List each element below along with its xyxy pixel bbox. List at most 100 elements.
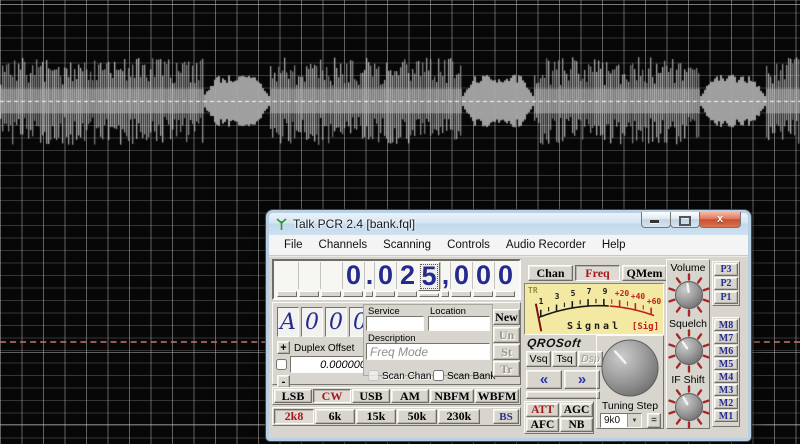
agc-button[interactable]: AGC [560, 403, 593, 417]
freq-digit-7[interactable]: 5 [418, 261, 440, 297]
scan-bank-checkbox[interactable] [433, 370, 444, 381]
freq-digit-cell[interactable]: , [440, 260, 450, 290]
freq-digit-11[interactable]: 0 [494, 260, 516, 297]
filter-15k[interactable]: 15k [356, 409, 396, 424]
freq-digit-9[interactable]: 0 [450, 260, 472, 297]
minimize-button[interactable] [641, 212, 671, 228]
freq-digit-0[interactable] [276, 262, 298, 297]
freq-digit-3[interactable]: 0 [342, 260, 364, 297]
st-button[interactable]: St [493, 344, 520, 360]
att-button[interactable]: ATT [526, 403, 559, 417]
freq-digit-cell[interactable]: 0 [494, 260, 516, 290]
tr-button[interactable]: Tr [493, 361, 520, 377]
freq-digit-6[interactable]: 2 [396, 260, 418, 297]
scan-chan-checkbox[interactable] [368, 370, 379, 381]
freq-digit-8[interactable]: , [440, 260, 450, 297]
freq-digit-strip[interactable] [321, 291, 341, 297]
nb-button[interactable]: NB [560, 418, 593, 432]
freq-digit-strip[interactable] [365, 291, 373, 297]
m4-button[interactable]: M4 [714, 371, 738, 383]
m1-button[interactable]: M1 [714, 410, 738, 422]
tuning-step-select[interactable]: 9k0 ▼ [600, 413, 642, 428]
duplex-plus-button[interactable]: + [277, 341, 290, 354]
filter-230k[interactable]: 230k [438, 409, 480, 424]
description-field[interactable] [366, 343, 490, 360]
mem-cell-100[interactable]: 0 [301, 307, 323, 337]
p1-button[interactable]: P1 [714, 291, 738, 304]
p3-button[interactable]: P3 [714, 263, 738, 276]
freq-digit-5[interactable]: 0 [374, 260, 396, 297]
freq-digit-cell[interactable] [276, 262, 298, 289]
duplex-offset-field[interactable] [290, 356, 370, 373]
menu-controls[interactable]: Controls [439, 237, 498, 253]
filter-50k[interactable]: 50k [397, 409, 437, 424]
filter-6k[interactable]: 6k [315, 409, 355, 424]
m2-button[interactable]: M2 [714, 397, 738, 409]
tab-freq[interactable]: Freq [575, 265, 620, 281]
menu-scanning[interactable]: Scanning [375, 237, 439, 253]
m5-button[interactable]: M5 [714, 358, 738, 370]
mode-wbfm[interactable]: WBFM [475, 389, 519, 403]
mode-nbfm[interactable]: NBFM [430, 389, 474, 403]
step-up-button[interactable]: » [564, 370, 600, 389]
menu-channels[interactable]: Channels [311, 237, 376, 253]
freq-digit-4[interactable]: . [364, 260, 374, 297]
tab-chan[interactable]: Chan [528, 265, 573, 281]
freq-digit-strip[interactable] [451, 291, 471, 297]
freq-digit-cell[interactable] [320, 262, 342, 289]
freq-digit-2[interactable] [320, 262, 342, 297]
m3-button[interactable]: M3 [714, 384, 738, 396]
step-down-button[interactable]: « [526, 370, 562, 389]
freq-digit-strip[interactable] [419, 293, 439, 297]
mem-cell-10[interactable]: 0 [325, 307, 347, 337]
freq-digit-strip[interactable] [375, 291, 395, 297]
freq-digit-cell[interactable] [298, 262, 320, 289]
p2-button[interactable]: P2 [714, 277, 738, 290]
mem-cell-bank[interactable]: A [277, 307, 299, 337]
volume-knob[interactable] [667, 273, 711, 317]
freq-digit-strip[interactable] [277, 291, 297, 297]
freq-digit-strip[interactable] [441, 291, 449, 297]
menu-help[interactable]: Help [594, 237, 634, 253]
m8-button[interactable]: M8 [714, 319, 738, 331]
freq-digit-cell[interactable]: 5 [418, 261, 440, 291]
close-button[interactable]: x [699, 212, 741, 228]
afc-button[interactable]: AFC [526, 418, 559, 432]
freq-digit-cell[interactable]: 0 [374, 260, 396, 290]
equals-button[interactable]: = [647, 413, 661, 428]
freq-digit-strip[interactable] [495, 291, 515, 297]
freq-digit-cell[interactable]: 0 [342, 260, 364, 290]
titlebar[interactable]: Talk PCR 2.4 [bank.fql] x [269, 212, 748, 235]
m6-button[interactable]: M6 [714, 345, 738, 357]
fine-tune-bar[interactable] [526, 391, 600, 399]
vsq-button[interactable]: Vsq [526, 351, 551, 367]
freq-digit-cell[interactable]: 0 [450, 260, 472, 290]
mode-am[interactable]: AM [391, 389, 429, 403]
new-button[interactable]: New [493, 309, 520, 325]
un-button[interactable]: Un [493, 327, 520, 343]
maximize-button[interactable] [670, 212, 700, 228]
freq-digit-strip[interactable] [473, 291, 493, 297]
service-field[interactable] [366, 316, 424, 331]
mode-lsb[interactable]: LSB [274, 389, 312, 403]
freq-digit-1[interactable] [298, 262, 320, 297]
tab-qmem[interactable]: QMem [622, 265, 667, 281]
freq-digit-cell[interactable]: 0 [472, 260, 494, 290]
filter-2k8[interactable]: 2k8 [274, 409, 314, 424]
squelch-knob[interactable] [667, 329, 711, 373]
duplex-enable-checkbox[interactable] [276, 359, 287, 370]
tsq-button[interactable]: Tsq [552, 351, 577, 367]
if-shift-knob[interactable] [667, 385, 711, 429]
freq-digit-strip[interactable] [299, 291, 319, 297]
m7-button[interactable]: M7 [714, 332, 738, 344]
bs-button[interactable]: BS [493, 409, 519, 424]
mode-usb[interactable]: USB [352, 389, 390, 403]
menu-audio-recorder[interactable]: Audio Recorder [498, 237, 594, 253]
dropdown-arrow-icon[interactable]: ▼ [627, 414, 641, 427]
freq-digit-cell[interactable]: 2 [396, 260, 418, 290]
location-field[interactable] [428, 316, 490, 331]
mode-cw[interactable]: CW [313, 389, 351, 403]
freq-digit-strip[interactable] [343, 291, 363, 297]
freq-digit-10[interactable]: 0 [472, 260, 494, 297]
tuning-knob[interactable] [599, 337, 661, 399]
